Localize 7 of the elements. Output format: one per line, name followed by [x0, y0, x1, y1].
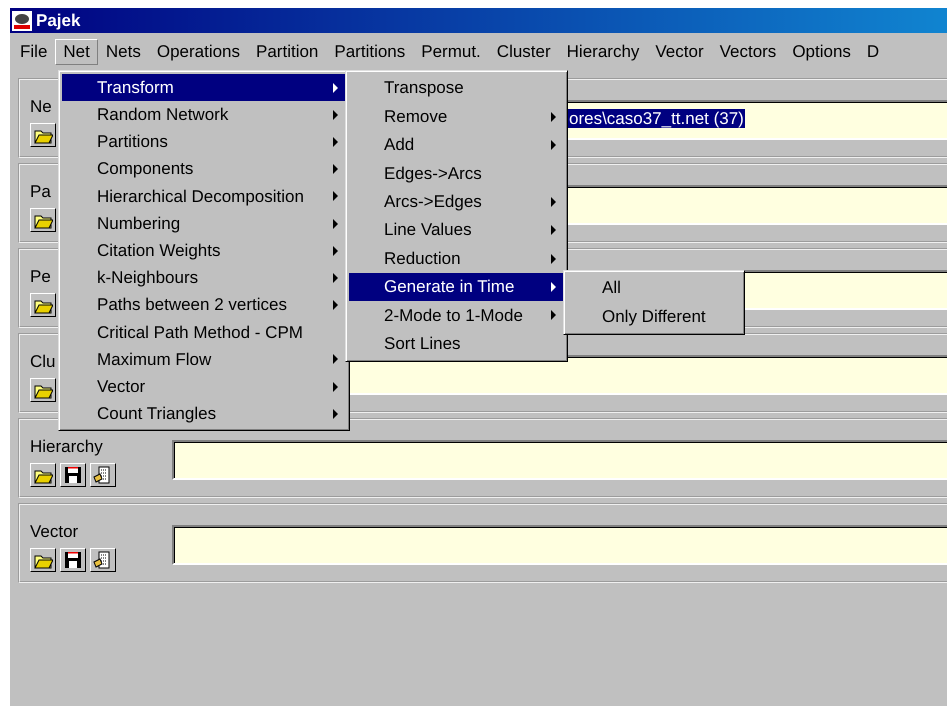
panel-label: Clu — [30, 352, 56, 372]
panel-label: Pe — [30, 267, 51, 287]
panel-label: Hierarchy — [30, 437, 103, 457]
panel-label: Vector — [30, 522, 78, 542]
window-title: Pajek — [36, 10, 80, 32]
panel-label: Pa — [30, 182, 51, 202]
panel-label: Ne — [30, 97, 52, 117]
